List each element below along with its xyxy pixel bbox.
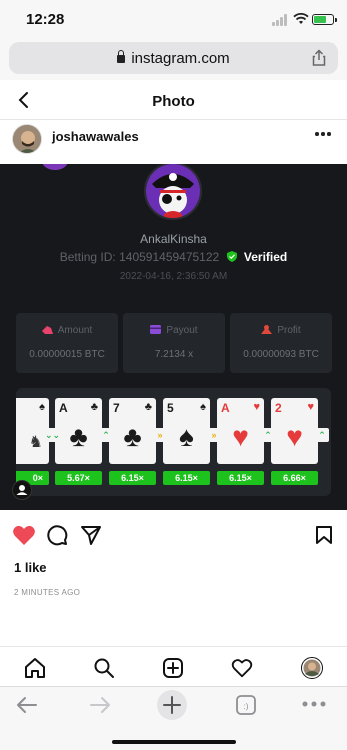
post-actions [0, 522, 347, 550]
card-rank: A [221, 401, 230, 415]
home-icon[interactable] [24, 657, 46, 679]
lock-icon [117, 50, 126, 63]
battery-icon [312, 14, 337, 25]
new-tab-button[interactable] [157, 690, 187, 720]
cards-area: ♠ ♞ A ♣ ♣ 7 ♣ ♣ 5 ♠ ♠ A ♥ ♥ 2 ♥ ♥ ⌄⌄ ⌃ »… [16, 388, 331, 496]
instagram-header: Photo [0, 80, 347, 120]
stat-label: Amount [57, 325, 93, 336]
card-suit: ♣ [90, 401, 98, 413]
card-big-suit: ♠ [179, 421, 194, 452]
domain-label: instagram.com [131, 50, 230, 67]
playing-card: 5 ♠ ♠ [163, 398, 210, 464]
playing-card: A ♥ ♥ [217, 398, 264, 464]
comment-icon[interactable] [46, 524, 68, 546]
multiplier-badge: 6.15× [217, 471, 264, 485]
wifi-icon [293, 13, 309, 24]
card-big-suit: ♥ [286, 421, 303, 452]
card-suit: ♠ [39, 401, 45, 413]
higher-arrow-icon: ⌃ [315, 428, 329, 442]
stat-label: Profit [277, 325, 301, 336]
stat-card-payout: Payout 7.2134 x [123, 313, 225, 373]
status-time: 12:28 [26, 11, 65, 28]
playing-card: 7 ♣ ♣ [109, 398, 156, 464]
browser-back-icon[interactable] [16, 695, 38, 715]
plus-icon [163, 696, 181, 714]
activity-heart-icon[interactable] [231, 657, 253, 679]
status-bar: 12:28 [0, 0, 347, 38]
post-time: 2 MINUTES AGO [14, 588, 81, 597]
verified-label: Verified [243, 250, 288, 264]
more-options-icon[interactable] [315, 132, 331, 138]
playing-card: 2 ♥ ♥ [271, 398, 318, 464]
likes-count[interactable]: 1 like [14, 560, 47, 575]
pirate-panda-avatar [144, 164, 202, 220]
card-rank: 2 [275, 401, 282, 415]
card-suit: ♥ [253, 401, 260, 413]
amount-icon [41, 326, 53, 334]
betting-id: Betting ID: 140591459475122 [59, 250, 220, 264]
profit-icon [261, 325, 273, 334]
search-icon[interactable] [93, 657, 115, 679]
multiplier-badge: 6.66× [271, 471, 318, 485]
svg-text::): :) [244, 702, 249, 711]
card-suit: ♣ [144, 401, 152, 413]
higher-arrow-icon: ⌃ [261, 428, 275, 442]
skip-arrow-icon: » [207, 428, 221, 442]
stat-value: 0.00000015 BTC [29, 349, 105, 360]
user-tag-icon[interactable] [12, 480, 32, 500]
stat-card-profit: Profit 0.00000093 BTC [230, 313, 332, 373]
stat-value: 7.2134 x [154, 349, 194, 360]
send-icon[interactable] [80, 524, 102, 546]
skip-arrow-icon: » [153, 428, 167, 442]
stat-value: 0.00000093 BTC [243, 349, 319, 360]
browser-address-area: instagram.com [0, 38, 347, 80]
address-bar[interactable]: instagram.com [9, 42, 338, 74]
higher-arrow-icon: ⌃ [99, 428, 113, 442]
playing-card: A ♣ ♣ [55, 398, 102, 464]
partial-avatar [42, 164, 68, 170]
bookmark-icon[interactable] [315, 525, 333, 545]
home-indicator [112, 740, 236, 744]
payout-icon [150, 325, 162, 334]
heart-icon[interactable] [12, 524, 36, 546]
stat-card-amount: Amount 0.00000015 BTC [16, 313, 118, 373]
card-rank: A [59, 401, 68, 415]
browser-forward-icon[interactable] [89, 695, 111, 715]
author-avatar[interactable] [12, 124, 42, 154]
author-username[interactable]: joshawawales [52, 129, 139, 144]
bet-timestamp: 2022-04-16, 2:36:50 AM [119, 271, 228, 282]
tabs-icon[interactable]: :) [235, 695, 257, 715]
multiplier-badge: 6.15× [109, 471, 156, 485]
address-text: instagram.com [9, 50, 338, 67]
card-big-suit: ♥ [232, 421, 249, 452]
signal-icon [272, 14, 290, 26]
page-title: Photo [152, 93, 195, 110]
betting-id-row: Betting ID: 140591459475122 Verified [0, 250, 347, 264]
card-suit: ♠ [200, 401, 206, 413]
post-author-row: joshawawales [0, 120, 347, 164]
post-image[interactable]: AnkalKinsha Betting ID: 140591459475122 … [0, 164, 347, 510]
multiplier-badge: 5.67× [55, 471, 102, 485]
instagram-bottom-nav [0, 646, 347, 686]
card-rank: 7 [113, 401, 120, 415]
card-big-suit: ♣ [123, 421, 142, 452]
new-post-icon[interactable] [162, 657, 184, 679]
card-suit: ♥ [307, 401, 314, 413]
stat-label: Payout [166, 325, 198, 336]
profile-avatar-icon[interactable] [301, 657, 323, 679]
more-menu-icon[interactable] [302, 700, 326, 708]
multiplier-badge: 6.15× [163, 471, 210, 485]
share-icon[interactable] [310, 49, 328, 67]
shield-check-icon [226, 251, 237, 262]
card-rank: 5 [167, 401, 174, 415]
lower-arrow-icon: ⌄⌄ [45, 428, 61, 442]
card-big-suit: ♣ [69, 421, 88, 452]
bettor-username: AnkalKinsha [140, 232, 207, 246]
